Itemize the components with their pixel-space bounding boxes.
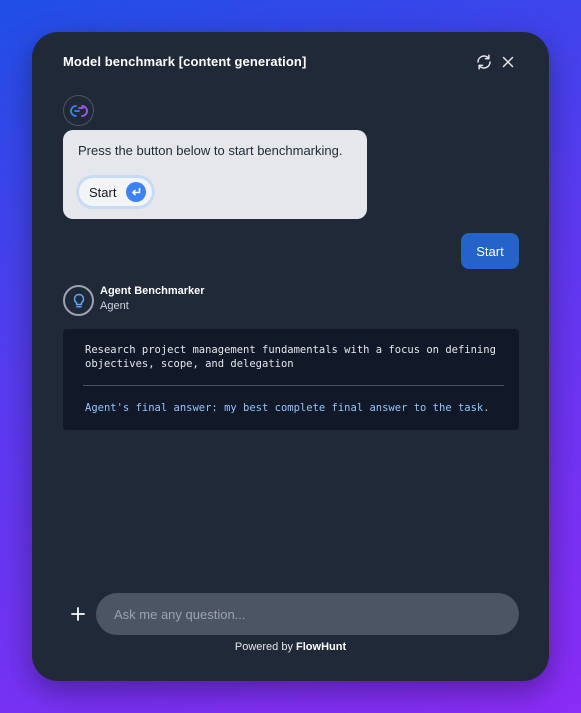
bot-message-bubble: Press the button below to start benchmar…: [63, 130, 367, 219]
start-option-label: Start: [89, 185, 117, 200]
agent-task-text: Research project management fundamentals…: [85, 344, 496, 370]
refresh-icon[interactable]: [475, 53, 493, 71]
chat-window: Model benchmark [content generation] Pre…: [32, 32, 549, 681]
plus-icon[interactable]: [69, 605, 87, 623]
output-divider: [83, 385, 504, 386]
user-message-bubble: Start: [461, 233, 519, 269]
enter-arrow-icon: [126, 182, 146, 202]
agent-role: Agent: [100, 300, 129, 312]
close-icon[interactable]: [499, 53, 517, 71]
powered-prefix: Powered by: [234, 641, 293, 653]
agent-output-block: Research project management fundamentals…: [63, 329, 519, 430]
lightbulb-icon: [73, 293, 84, 308]
window-title: Model benchmark [content generation]: [63, 54, 307, 69]
bot-message-text: Press the button below to start benchmar…: [78, 143, 343, 158]
bot-avatar: [63, 95, 94, 126]
agent-name: Agent Benchmarker: [100, 285, 205, 297]
brand-link[interactable]: FlowHunt: [296, 641, 346, 653]
agent-final-answer: Agent's final answer: my best complete f…: [85, 402, 490, 414]
chat-input[interactable]: [96, 593, 519, 635]
start-option-button[interactable]: Start: [78, 177, 153, 207]
flowhunt-logo-icon: [69, 104, 88, 117]
agent-avatar: [63, 285, 94, 316]
powered-by: Powered by FlowHunt: [32, 641, 549, 653]
